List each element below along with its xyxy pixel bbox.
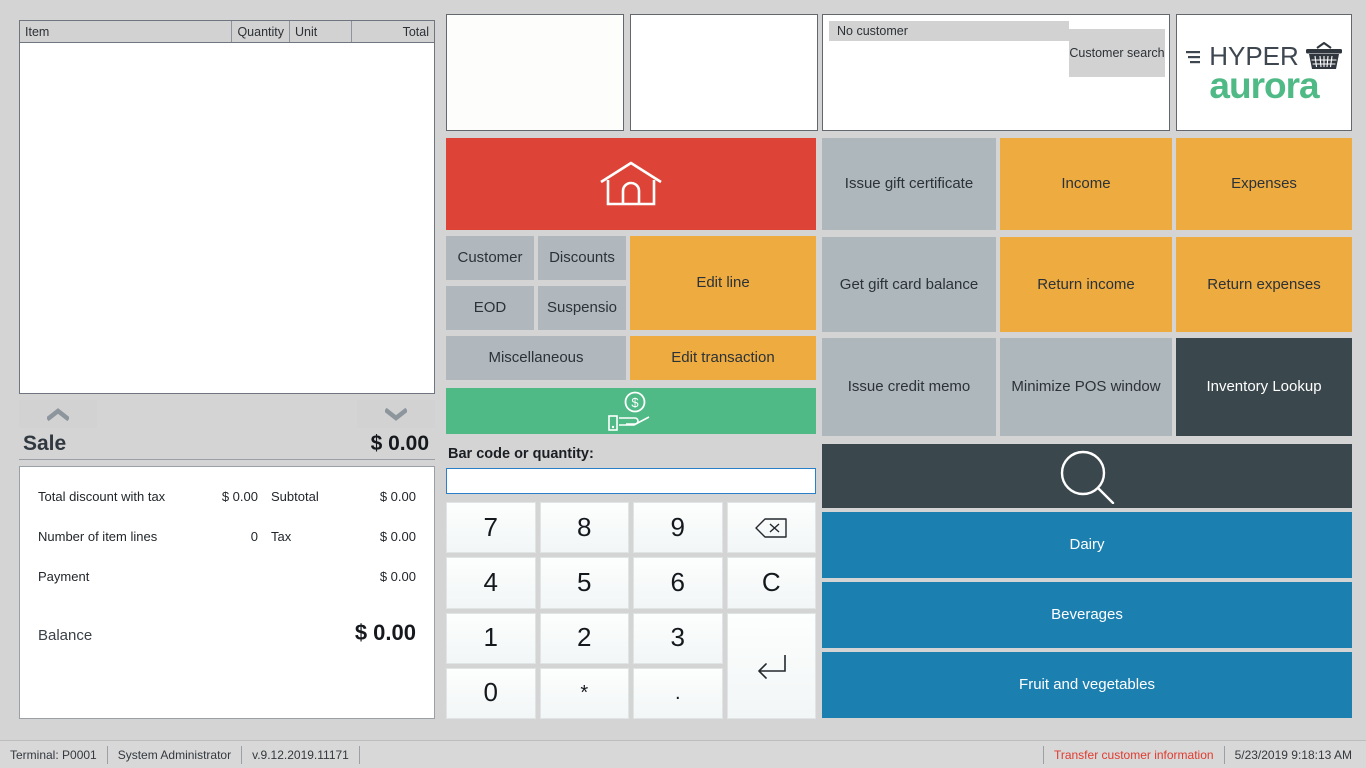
logo-aurora-text: aurora (1209, 65, 1319, 107)
get-gift-card-balance-button[interactable]: Get gift card balance (822, 237, 996, 332)
items-table-header: Item Quantity Unit Total (20, 21, 434, 43)
home-button[interactable] (446, 138, 816, 230)
backspace-icon (755, 517, 787, 538)
magnifier-icon (1060, 450, 1115, 504)
category-fruit-vegetables-button[interactable]: Fruit and vegetables (822, 652, 1352, 718)
barcode-input[interactable] (446, 468, 816, 494)
product-search-button[interactable] (822, 444, 1352, 508)
key-5[interactable]: 5 (539, 557, 629, 609)
numeric-keypad: 7 8 9 4 5 6 C 1 2 3 0 * . (446, 502, 816, 719)
info-panel-left (446, 14, 624, 131)
column-header-unit: Unit (290, 21, 352, 42)
status-transfer-message[interactable]: Transfer customer information (1044, 745, 1225, 764)
total-line-item-lines: Number of item lines 0 Tax $ 0.00 (38, 529, 416, 544)
minimize-pos-window-button[interactable]: Minimize POS window (1000, 338, 1172, 436)
key-decimal[interactable]: . (633, 667, 723, 719)
total-line-discount: Total discount with tax $ 0.00 Subtotal … (38, 489, 416, 504)
expenses-button[interactable]: Expenses (1176, 138, 1352, 230)
scroll-up-button[interactable] (19, 400, 97, 428)
key-8[interactable]: 8 (539, 502, 629, 554)
status-spacer (360, 745, 1044, 764)
balance-amount: $ 0.00 (354, 620, 416, 645)
sale-summary-row: Sale $ 0.00 (19, 432, 435, 460)
category-beverages-button[interactable]: Beverages (822, 582, 1352, 648)
scroll-down-button[interactable] (357, 400, 435, 428)
speed-lines-icon (1186, 50, 1201, 64)
issue-credit-memo-button[interactable]: Issue credit memo (822, 338, 996, 436)
miscellaneous-button[interactable]: Miscellaneous (446, 336, 626, 380)
column-header-total: Total (402, 24, 429, 39)
tax-label: Tax (271, 529, 292, 544)
chevron-up-icon (47, 407, 69, 421)
customer-name-display: No customer (829, 21, 1069, 41)
return-expenses-button[interactable]: Return expenses (1176, 237, 1352, 332)
item-lines-value: 0 (250, 529, 258, 544)
total-discount-label: Total discount with tax (38, 489, 166, 504)
brand-logo: HYPER aurora (1176, 14, 1352, 131)
subtotal-label: Subtotal (271, 489, 319, 504)
customer-search-button[interactable]: Customer search (1069, 29, 1165, 77)
issue-gift-certificate-button[interactable]: Issue gift certificate (822, 138, 996, 230)
hand-holding-coin-icon: $ (608, 391, 650, 431)
customer-button[interactable]: Customer (446, 236, 534, 280)
key-backspace[interactable] (726, 502, 816, 554)
column-header-quantity: Quantity (232, 21, 290, 42)
totals-panel: Total discount with tax $ 0.00 Subtotal … (19, 466, 435, 719)
income-button[interactable]: Income (1000, 138, 1172, 230)
key-asterisk[interactable]: * (539, 667, 629, 719)
balance-label: Balance (38, 627, 93, 644)
key-enter[interactable] (726, 612, 816, 719)
chevron-down-icon (385, 407, 407, 421)
status-user: System Administrator (108, 745, 243, 764)
receipt-panel: Item Quantity Unit Total Sale $ 0.00 Tot… (14, 14, 440, 719)
key-0[interactable]: 0 (446, 667, 536, 719)
category-dairy-button[interactable]: Dairy (822, 512, 1352, 578)
enter-arrow-icon (758, 654, 787, 679)
key-6[interactable]: 6 (633, 557, 723, 609)
tax-value: $ 0.00 (379, 529, 416, 544)
status-timestamp: 5/23/2019 9:18:13 AM (1234, 747, 1352, 762)
key-2[interactable]: 2 (539, 612, 629, 664)
home-icon (600, 161, 662, 206)
edit-line-button[interactable]: Edit line (630, 236, 816, 330)
key-9[interactable]: 9 (633, 502, 723, 554)
column-header-item: Item (20, 21, 232, 42)
sale-amount: $ 0.00 (370, 432, 429, 455)
eod-button[interactable]: EOD (446, 286, 534, 330)
payment-value: $ 0.00 (379, 569, 416, 584)
key-7[interactable]: 7 (446, 502, 536, 554)
subtotal-value: $ 0.00 (379, 489, 416, 504)
items-table-body[interactable] (20, 43, 434, 393)
item-lines-label: Number of item lines (38, 529, 158, 544)
payment-button[interactable]: $ (446, 388, 816, 434)
pos-application: Item Quantity Unit Total Sale $ 0.00 Tot… (0, 0, 1366, 768)
status-terminal: Terminal: P0001 (0, 745, 108, 764)
barcode-label: Bar code or quantity: (448, 446, 594, 462)
suspension-button[interactable]: Suspensio (538, 286, 626, 330)
info-panel-right (630, 14, 818, 131)
sale-label: Sale (23, 432, 67, 455)
edit-transaction-button[interactable]: Edit transaction (630, 336, 816, 380)
inventory-lookup-button[interactable]: Inventory Lookup (1176, 338, 1352, 436)
total-discount-value: $ 0.00 (221, 489, 258, 504)
svg-text:$: $ (631, 395, 639, 410)
return-income-button[interactable]: Return income (1000, 237, 1172, 332)
items-table: Item Quantity Unit Total (19, 20, 435, 394)
status-version: v.9.12.2019.11171 (242, 745, 360, 764)
balance-row: Balance $ 0.00 (38, 620, 416, 646)
discounts-button[interactable]: Discounts (538, 236, 626, 280)
total-line-payment: Payment $ 0.00 (38, 569, 416, 584)
payment-label: Payment (38, 569, 90, 584)
customer-panel: No customer Customer search (822, 14, 1170, 131)
key-4[interactable]: 4 (446, 557, 536, 609)
status-bar: Terminal: P0001 System Administrator v.9… (0, 740, 1366, 768)
key-3[interactable]: 3 (633, 612, 723, 664)
key-1[interactable]: 1 (446, 612, 536, 664)
key-clear[interactable]: C (726, 557, 816, 609)
